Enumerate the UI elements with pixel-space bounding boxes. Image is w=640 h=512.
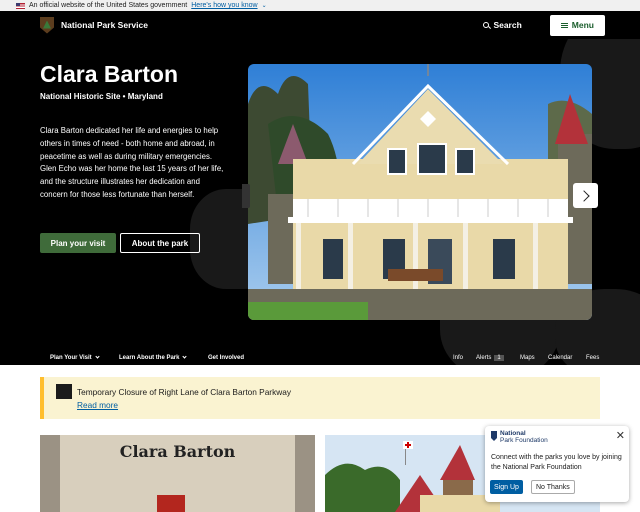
book-cover-title: Clara Barton xyxy=(119,442,236,461)
park-alert: Temporary Closure of Right Lane of Clara… xyxy=(40,377,600,419)
chevron-down-icon xyxy=(95,354,100,359)
alerts-label: Alerts xyxy=(476,354,492,361)
subnav-label: Get Involved xyxy=(208,354,245,361)
plan-your-visit-button[interactable]: Plan your visit xyxy=(40,233,116,253)
alerts-count-badge: 1 xyxy=(494,354,504,361)
popup-message: Connect with the parks you love by joini… xyxy=(491,454,622,471)
site-header: National Park Service Search Menu xyxy=(0,11,640,39)
menu-button[interactable]: Menu xyxy=(549,14,605,36)
npf-brand-line1: National xyxy=(500,430,526,437)
brand-name[interactable]: National Park Service xyxy=(61,20,148,30)
close-icon[interactable]: ✕ xyxy=(616,429,625,442)
alert-icon xyxy=(56,384,72,399)
hamburger-icon xyxy=(560,22,568,28)
subnav-plan-your-visit[interactable]: Plan Your Visit xyxy=(50,354,100,361)
search-label: Search xyxy=(493,20,522,30)
subnav-alerts[interactable]: Alerts 1 xyxy=(476,354,504,361)
subnav-fees[interactable]: Fees xyxy=(586,355,599,361)
red-cross-emblem xyxy=(157,495,185,512)
subnav-label: Learn About the Park xyxy=(119,354,180,361)
carousel-next-button[interactable] xyxy=(573,183,598,208)
npf-signup-popup: National Park Foundation ✕ Connect with … xyxy=(485,426,629,502)
park-subnav: Plan Your Visit Learn About the Park Get… xyxy=(0,350,640,365)
gov-banner: An official website of the United States… xyxy=(0,0,640,11)
hero-photo-clara-barton-house xyxy=(248,64,592,320)
no-thanks-button[interactable]: No Thanks xyxy=(531,480,575,494)
read-more-link[interactable]: Read more xyxy=(77,400,118,410)
card-book-image[interactable]: Clara Barton xyxy=(40,435,315,512)
alert-title: Temporary Closure of Right Lane of Clara… xyxy=(77,387,291,397)
npf-logo xyxy=(491,431,497,441)
hero-section: Clara Barton National Historic Site • Ma… xyxy=(0,39,640,365)
chevron-right-icon xyxy=(578,189,590,202)
chevron-down-icon: ⌄ xyxy=(261,3,267,9)
subnav-calendar[interactable]: Calendar xyxy=(548,355,572,361)
heres-how-you-know-link[interactable]: Here's how you know xyxy=(191,2,257,9)
subnav-learn-about-the-park[interactable]: Learn About the Park xyxy=(119,354,188,361)
search-button[interactable]: Search xyxy=(483,20,522,30)
about-the-park-button[interactable]: About the park xyxy=(120,233,200,253)
us-flag-icon xyxy=(16,2,25,9)
menu-label: Menu xyxy=(571,20,594,30)
subnav-get-involved[interactable]: Get Involved xyxy=(208,355,244,361)
npf-brand-line2: Park Foundation xyxy=(500,437,548,444)
subnav-maps[interactable]: Maps xyxy=(520,355,535,361)
subnav-label: Plan Your Visit xyxy=(50,354,92,361)
sign-up-button[interactable]: Sign Up xyxy=(490,480,523,494)
park-title: Clara Barton xyxy=(40,61,179,87)
chevron-down-icon xyxy=(182,354,188,359)
carousel-previous-button[interactable] xyxy=(242,184,250,208)
park-description: Clara Barton dedicated her life and ener… xyxy=(40,126,224,199)
subnav-info[interactable]: Info xyxy=(453,355,463,361)
gov-banner-text: An official website of the United States… xyxy=(29,2,188,9)
park-subtitle: National Historic Site • Maryland xyxy=(40,92,163,101)
search-icon xyxy=(483,22,490,28)
nps-arrowhead-logo[interactable] xyxy=(40,16,54,34)
